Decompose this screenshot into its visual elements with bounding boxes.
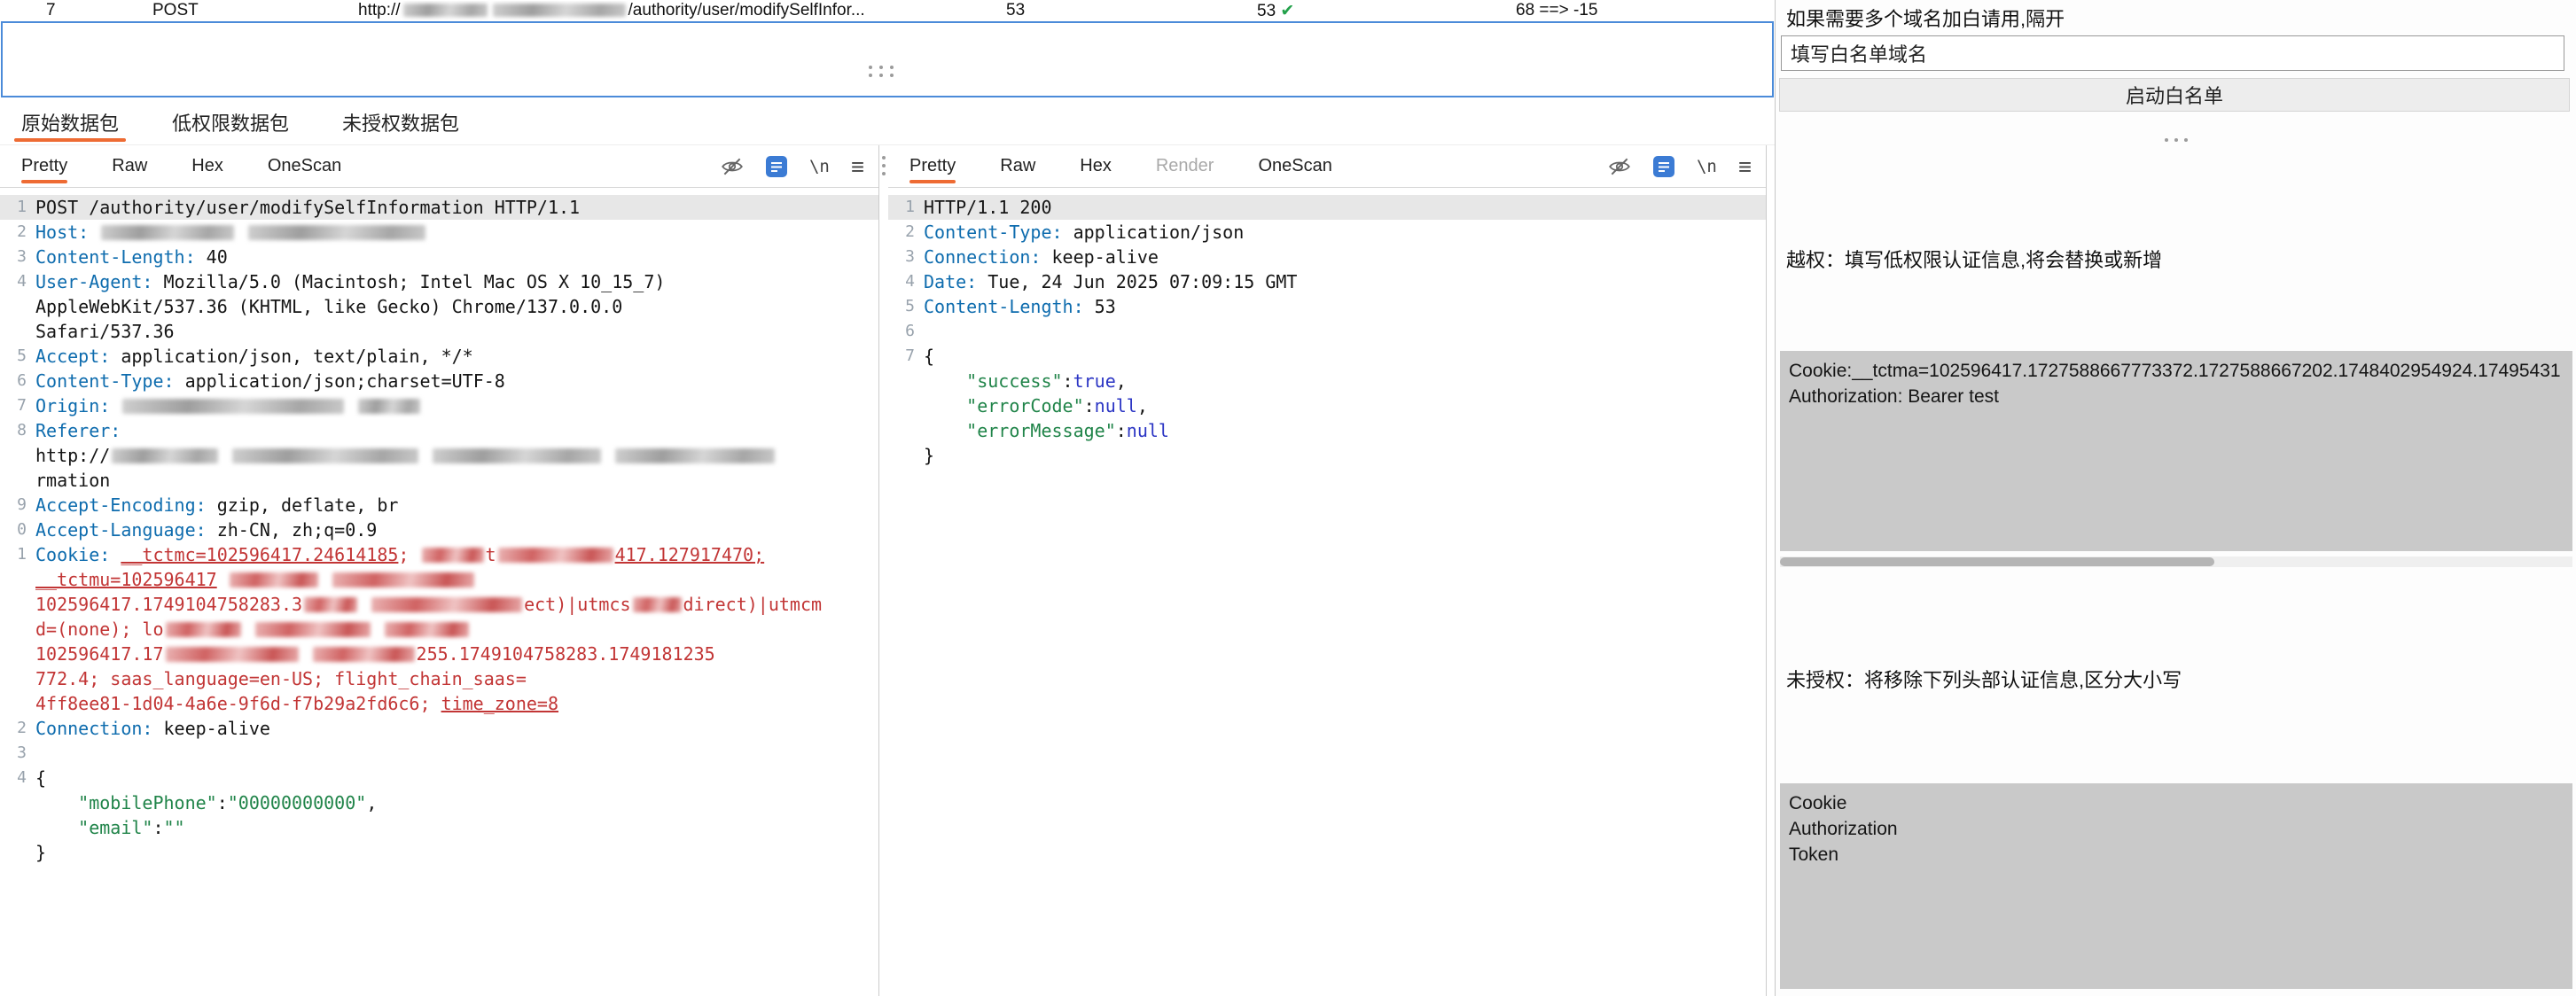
row-method: POST	[152, 1, 199, 20]
editor-splitter-handle[interactable]	[882, 156, 886, 175]
eye-off-icon[interactable]	[1608, 157, 1631, 176]
unauth-section-label: 未授权：将移除下列头部认证信息,区分大小写	[1786, 665, 2182, 693]
tab-pretty[interactable]: Pretty	[909, 145, 956, 187]
packet-tabbar: 原始数据包 低权限数据包 未授权数据包	[0, 99, 1775, 145]
tab-hex[interactable]: Hex	[1080, 145, 1112, 187]
whitelist-hint-label: 如果需要多个域名加白请用,隔开	[1786, 4, 2065, 32]
redaction-block	[433, 448, 601, 463]
redaction-block	[255, 622, 371, 637]
tab-onescan[interactable]: OneScan	[268, 145, 341, 187]
tab-lowpriv-packet[interactable]: 低权限数据包	[165, 99, 296, 144]
horizontal-scrollbar[interactable]	[1780, 556, 2572, 567]
redaction-block	[232, 448, 418, 463]
whitelist-domain-input[interactable]	[1781, 35, 2564, 71]
response-code-area[interactable]: 1HTTP/1.1 2002Content-Type: application/…	[888, 188, 1766, 996]
pretty-print-icon[interactable]	[1652, 155, 1675, 178]
lowpriv-auth-textarea[interactable]: Cookie:__tctma=102596417.172758866777337…	[1780, 351, 2572, 551]
plugin-config-panel: 如果需要多个域名加白请用,隔开 启动白名单 越权：填写低权限认证信息,将会替换或…	[1775, 0, 2576, 996]
unauth-header-line: Token	[1789, 842, 2564, 868]
unauth-headers-textarea[interactable]: Cookie Authorization Token	[1780, 783, 2572, 989]
redaction-block	[493, 4, 626, 17]
redaction-block	[112, 448, 218, 463]
redaction-block	[498, 548, 613, 563]
tab-pretty[interactable]: Pretty	[21, 145, 67, 187]
row-unauth-length: 68 ==> -15	[1516, 1, 1597, 20]
request-code-area[interactable]: 1POST /authority/user/modifySelfInformat…	[0, 188, 878, 996]
redaction-block	[332, 572, 474, 587]
tab-unauth-packet[interactable]: 未授权数据包	[335, 99, 466, 144]
redaction-block	[371, 597, 522, 612]
tab-onescan[interactable]: OneScan	[1258, 145, 1331, 187]
redaction-block	[166, 622, 241, 637]
redaction-block	[248, 225, 425, 240]
menu-icon[interactable]: ≡	[1738, 153, 1752, 181]
pretty-print-icon[interactable]	[765, 155, 788, 178]
redaction-block	[122, 399, 344, 414]
burp-authz-plugin-window: 7 POST http:///authority/user/modifySelf…	[0, 0, 2576, 996]
request-editor-tabbar: Pretty Raw Hex OneScan \n ≡	[0, 145, 878, 188]
lowpriv-authorization-line: Authorization: Bearer test	[1789, 384, 2564, 409]
row-lowpriv-length: 53 ✔	[1257, 1, 1294, 21]
response-editor: Pretty Raw Hex Render OneScan \n ≡ 1HTTP…	[888, 145, 1767, 996]
start-whitelist-button[interactable]: 启动白名单	[1779, 78, 2570, 112]
row-original-length: 53	[1006, 1, 1025, 20]
unauth-header-line: Authorization	[1789, 816, 2564, 842]
lowpriv-section-label: 越权：填写低权限认证信息,将会替换或新增	[1786, 245, 2162, 273]
redaction-block	[101, 225, 234, 240]
redaction-block	[230, 572, 318, 587]
newline-toggle-icon[interactable]: \n	[1697, 157, 1717, 176]
redaction-block	[422, 548, 484, 563]
editor-toolbar-icons: \n ≡	[721, 145, 864, 188]
redaction-block	[385, 622, 469, 637]
tab-raw[interactable]: Raw	[1000, 145, 1035, 187]
panel-splitter-handle[interactable]	[1776, 138, 2576, 142]
check-icon: ✔	[1280, 2, 1294, 20]
redaction-block	[166, 647, 299, 662]
tab-render[interactable]: Render	[1156, 145, 1214, 187]
scrollbar-thumb[interactable]	[1780, 557, 2214, 566]
unauth-header-line: Cookie	[1789, 790, 2564, 816]
tab-hex[interactable]: Hex	[191, 145, 223, 187]
redaction-block	[633, 597, 682, 612]
redaction-block	[358, 399, 420, 414]
redaction-block	[304, 597, 357, 612]
table-focus-area[interactable]	[1, 21, 1774, 97]
eye-off-icon[interactable]	[721, 157, 744, 176]
splitter-handle[interactable]	[869, 66, 894, 77]
redaction-block	[403, 4, 488, 17]
newline-toggle-icon[interactable]: \n	[809, 157, 830, 176]
row-url: http:///authority/user/modifySelfInfor..…	[358, 1, 865, 20]
response-editor-tabbar: Pretty Raw Hex Render OneScan \n ≡	[888, 145, 1766, 188]
tab-original-packet[interactable]: 原始数据包	[14, 99, 126, 144]
request-editor: Pretty Raw Hex OneScan \n ≡ 1POST /autho…	[0, 145, 879, 996]
redaction-block	[313, 647, 415, 662]
lowpriv-cookie-line: Cookie:__tctma=102596417.172758866777337…	[1789, 358, 2564, 384]
tab-raw[interactable]: Raw	[112, 145, 147, 187]
menu-icon[interactable]: ≡	[851, 153, 864, 181]
row-id: 7	[46, 1, 56, 20]
redaction-block	[615, 448, 775, 463]
editor-toolbar-icons: \n ≡	[1608, 145, 1752, 188]
table-row[interactable]: 7 POST http:///authority/user/modifySelf…	[0, 0, 1775, 21]
